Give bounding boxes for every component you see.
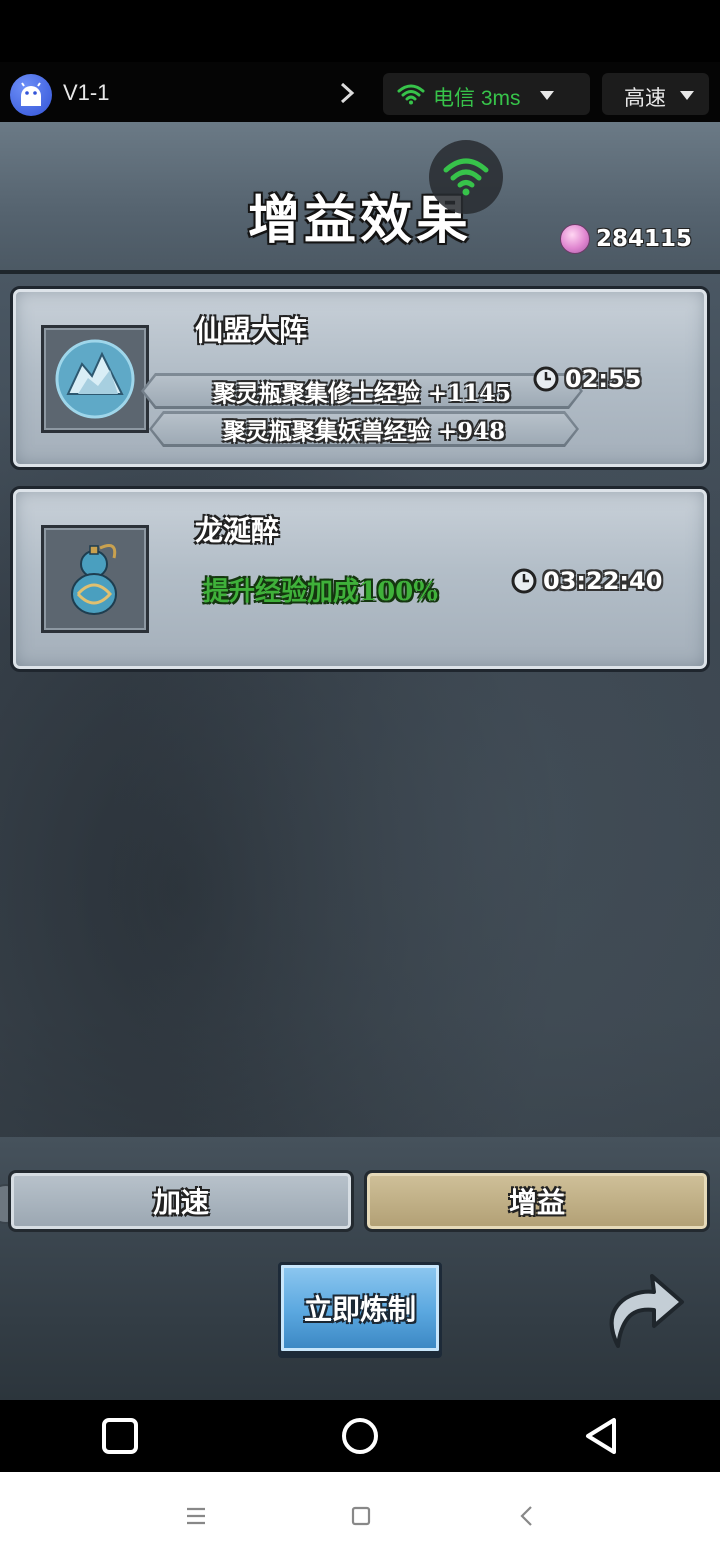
effect-text: 聚灵瓶聚集妖兽经验 +948 bbox=[222, 418, 506, 445]
buff-card[interactable]: 仙盟大阵 聚灵瓶聚集修士经验 +1145 聚灵瓶聚集妖兽经验 +948 02:5… bbox=[10, 286, 710, 470]
clock-icon bbox=[533, 366, 559, 392]
timer-text: 02:55 bbox=[565, 365, 642, 393]
home-square-icon[interactable] bbox=[345, 1500, 377, 1532]
buff-timer: 03:22:40 bbox=[511, 567, 662, 595]
android-nav-bar bbox=[0, 1400, 720, 1472]
device-name[interactable]: V1-1 bbox=[63, 80, 109, 106]
currency-value: 284115 bbox=[596, 226, 693, 252]
tab-buff[interactable]: 增益 bbox=[364, 1170, 710, 1232]
network-selector[interactable]: 电信 3ms bbox=[383, 73, 590, 115]
gem-icon bbox=[560, 224, 590, 254]
buff-name: 仙盟大阵 bbox=[195, 314, 308, 347]
network-label: 电信 3ms bbox=[433, 87, 521, 110]
android-icon[interactable] bbox=[10, 74, 52, 116]
menu-icon[interactable] bbox=[180, 1500, 212, 1532]
gourd-icon bbox=[41, 525, 149, 633]
speed-label: 高速 bbox=[624, 86, 666, 110]
buff-timer: 02:55 bbox=[533, 365, 641, 393]
timer-text: 03:22:40 bbox=[543, 567, 663, 595]
wifi-icon bbox=[397, 84, 425, 105]
clock-icon bbox=[511, 568, 537, 594]
effect-text: 聚灵瓶聚集修士经验 +1145 bbox=[212, 380, 512, 407]
currency-display: 284115 bbox=[556, 222, 696, 258]
buff-name: 龙涎醉 bbox=[195, 514, 280, 547]
status-bar-area bbox=[0, 0, 720, 62]
home-circle-icon[interactable] bbox=[338, 1414, 382, 1458]
refine-now-button[interactable]: 立即炼制 bbox=[278, 1262, 442, 1354]
effect-text: 提升经验加成100% bbox=[203, 577, 438, 607]
back-chevron-icon[interactable] bbox=[511, 1500, 543, 1532]
mountain-orb-icon bbox=[41, 325, 149, 433]
chevron-right-icon[interactable] bbox=[335, 78, 359, 108]
wifi-status-icon[interactable] bbox=[429, 140, 503, 214]
caret-down-icon bbox=[540, 91, 554, 100]
speed-selector[interactable]: 高速 bbox=[602, 73, 709, 115]
buff-card[interactable]: 龙涎醉 提升经验加成100% 03:22:40 bbox=[10, 486, 710, 672]
recents-square-icon[interactable] bbox=[98, 1414, 142, 1458]
return-arrow-icon[interactable] bbox=[596, 1262, 688, 1354]
emulator-toolbar: V1-1 电信 3ms 高速 bbox=[0, 62, 720, 122]
tab-speed-up[interactable]: 加速 bbox=[8, 1170, 354, 1232]
host-nav-bar bbox=[0, 1472, 720, 1560]
caret-down-icon bbox=[680, 91, 694, 100]
effect-ribbon: 聚灵瓶聚集妖兽经验 +948 bbox=[149, 411, 579, 447]
effect-ribbon: 聚灵瓶聚集修士经验 +1145 bbox=[141, 373, 583, 409]
game-screen: 增益效果 284115 仙盟大阵 聚灵瓶聚集修士经验 +1145 聚灵瓶聚集妖兽… bbox=[0, 122, 720, 1400]
back-triangle-icon[interactable] bbox=[580, 1414, 624, 1458]
